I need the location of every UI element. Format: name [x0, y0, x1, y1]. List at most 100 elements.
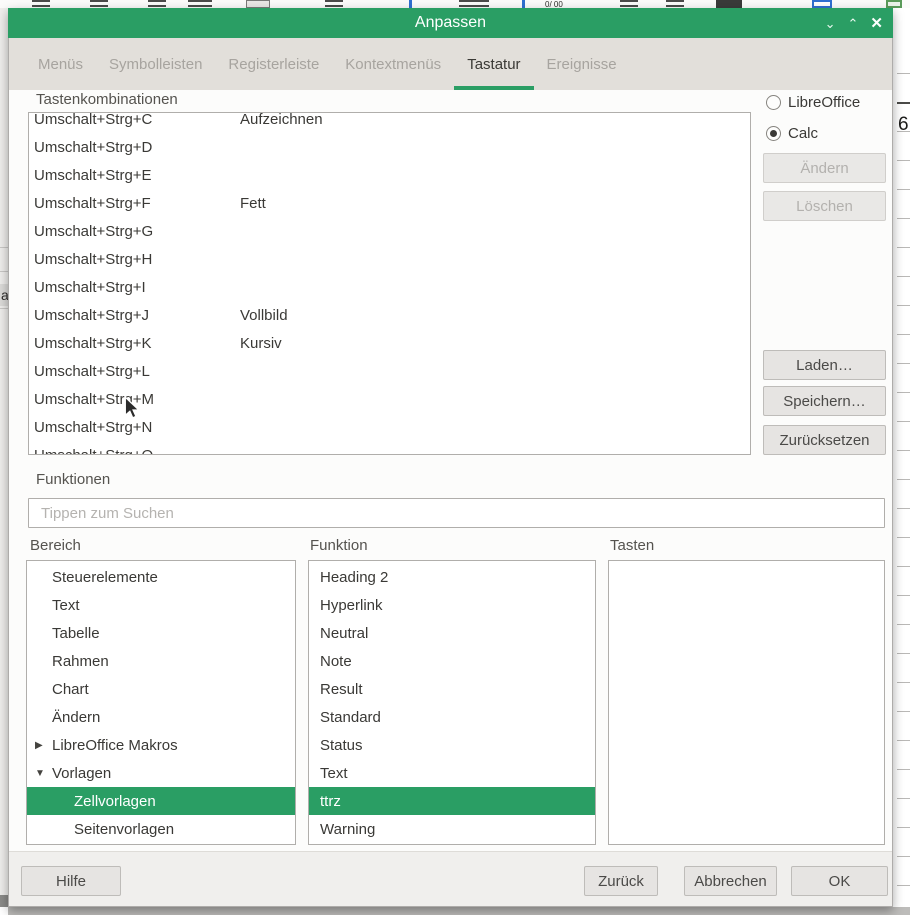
list-item-label: Seitenvorlagen [27, 821, 174, 838]
list-item[interactable]: Warning [309, 815, 595, 843]
shortcut-key: Umschalt+Strg+H [29, 251, 240, 268]
toolbar-icon-fragment [148, 0, 166, 8]
tree-collapsed-icon[interactable]: ▶ [35, 740, 49, 751]
list-item[interactable]: Status [309, 731, 595, 759]
shortcut-row[interactable]: Umschalt+Strg+E [29, 161, 750, 189]
list-item-label: Heading 2 [309, 569, 388, 586]
tab-symbolleisten[interactable]: Symbolleisten [96, 38, 215, 90]
maximize-icon[interactable]: ⌃ [848, 17, 859, 30]
laden-button[interactable]: Laden… [763, 350, 886, 380]
list-item[interactable]: Text [27, 591, 295, 619]
column-header-tasten: Tasten [610, 537, 654, 554]
list-item-label: Steuerelemente [27, 569, 158, 586]
list-item[interactable]: Heading 2 [309, 563, 595, 591]
scope-radio-calc[interactable]: Calc [766, 125, 818, 142]
bereich-list[interactable]: Steuerelemente Text Tabelle Rahmen Chart Ände… [26, 560, 296, 845]
zurcksetzen-button[interactable]: Zurücksetzen [763, 425, 886, 455]
shortcut-row[interactable]: Umschalt+Strg+KKursiv [29, 329, 750, 357]
list-item-label: Neutral [309, 625, 368, 642]
toolbar-icon-fragment [32, 0, 50, 8]
shortcut-key: Umschalt+Strg+G [29, 223, 240, 240]
background-window-bottom [8, 907, 910, 915]
tab-tastatur[interactable]: Tastatur [454, 38, 533, 90]
speichern-button[interactable]: Speichern… [763, 386, 886, 416]
help-button[interactable]: Hilfe [21, 866, 121, 896]
shortcut-row[interactable]: Umschalt+Strg+I [29, 273, 750, 301]
list-item[interactable]: ▶LibreOffice Makros [27, 731, 295, 759]
spreadsheet-cell-value: 6 [898, 114, 909, 136]
toolbar-icon-fragment [620, 0, 638, 8]
toolbar-icon-fragment [246, 0, 270, 8]
shortcut-row[interactable]: Umschalt+Strg+FFett [29, 189, 750, 217]
list-item[interactable]: Neutral [309, 619, 595, 647]
shortcut-row[interactable]: Umschalt+Strg+O [29, 441, 750, 455]
list-item-label: LibreOffice Makros [27, 737, 178, 754]
toolbar-icon-fragment [886, 0, 902, 8]
list-item-label: Rahmen [27, 653, 109, 670]
tab-registerleiste[interactable]: Registerleiste [215, 38, 332, 90]
shortcut-key: Umschalt+Strg+E [29, 167, 240, 184]
list-item-label: Chart [27, 681, 89, 698]
list-item[interactable]: Text [309, 759, 595, 787]
list-item[interactable]: Result [309, 675, 595, 703]
dialog-title: Anpassen [415, 14, 486, 32]
list-item[interactable]: Rahmen [27, 647, 295, 675]
list-item[interactable]: Hyperlink [309, 591, 595, 619]
background-toolbar-strip: 0/ 00 [0, 0, 910, 8]
list-item-label: Result [309, 681, 363, 698]
shortcut-row[interactable]: Umschalt+Strg+D [29, 133, 750, 161]
list-item[interactable]: Ändern [27, 703, 295, 731]
list-item-label: Text [27, 597, 80, 614]
tab-menüs[interactable]: Menüs [25, 38, 96, 90]
shortcut-row[interactable]: Umschalt+Strg+JVollbild [29, 301, 750, 329]
list-item[interactable]: Steuerelemente [27, 563, 295, 591]
list-item[interactable]: ▼Vorlagen [27, 759, 295, 787]
cancel-button[interactable]: Abbrechen [684, 866, 777, 896]
mouse-cursor [124, 396, 141, 420]
tree-expanded-icon[interactable]: ▼ [35, 768, 49, 779]
shortcut-key: Umschalt+Strg+I [29, 279, 240, 296]
dialog-titlebar[interactable]: Anpassen ⌄ ⌃ ✕ [8, 8, 893, 38]
list-item[interactable]: Seitenvorlagen [27, 815, 295, 843]
list-item-label: Hyperlink [309, 597, 383, 614]
shortcut-command: Fett [240, 195, 266, 212]
ok-button[interactable]: OK [791, 866, 888, 896]
list-item-label: Note [309, 653, 352, 670]
funktion-list[interactable]: Heading 2 Hyperlink Neutral Note Result Stand… [308, 560, 596, 845]
shortcut-row[interactable]: Umschalt+Strg+H [29, 245, 750, 273]
tab-kontextmenüs[interactable]: Kontextmenüs [332, 38, 454, 90]
dialog-body: MenüsSymbolleistenRegisterleisteKontextm… [8, 38, 893, 907]
list-item[interactable]: Zellvorlagen [27, 787, 295, 815]
minimize-icon[interactable]: ⌄ [825, 17, 836, 30]
shortcut-key: Umschalt+Strg+N [29, 419, 240, 436]
list-item[interactable]: Tabelle [27, 619, 295, 647]
back-button[interactable]: Zurück [584, 866, 658, 896]
radio-icon [766, 95, 781, 110]
toolbar-icon-fragment [90, 0, 108, 8]
toolbar-icon-fragment [522, 0, 525, 8]
list-item[interactable]: Standard [309, 703, 595, 731]
scope-radio-libreoffice[interactable]: LibreOffice [766, 94, 860, 111]
radio-label: LibreOffice [788, 94, 860, 111]
list-item-label: Text [309, 765, 348, 782]
column-header-bereich: Bereich [30, 537, 81, 554]
search-input[interactable] [28, 498, 885, 528]
background-spreadsheet-strip: 6 [893, 8, 910, 907]
list-item-label: Zellvorlagen [27, 793, 156, 810]
shortcut-row[interactable]: Umschalt+Strg+G [29, 217, 750, 245]
shortcut-row[interactable]: Umschalt+Strg+L [29, 357, 750, 385]
close-icon[interactable]: ✕ [870, 16, 883, 31]
ndern-button[interactable]: Ändern [763, 153, 886, 183]
toolbar-icon-fragment [812, 0, 832, 8]
background-window-corner [0, 895, 8, 907]
lschen-button[interactable]: Löschen [763, 191, 886, 221]
list-item[interactable]: Note [309, 647, 595, 675]
toolbar-icon-fragment [716, 0, 742, 8]
list-item[interactable]: Chart [27, 675, 295, 703]
tasten-list[interactable] [608, 560, 885, 845]
tab-ereignisse[interactable]: Ereignisse [534, 38, 630, 90]
shortcut-key: Umschalt+Strg+K [29, 335, 240, 352]
radio-icon [766, 126, 781, 141]
shortcut-row[interactable]: Umschalt+Strg+CAufzeichnen [29, 112, 750, 133]
list-item[interactable]: ttrz [309, 787, 595, 815]
